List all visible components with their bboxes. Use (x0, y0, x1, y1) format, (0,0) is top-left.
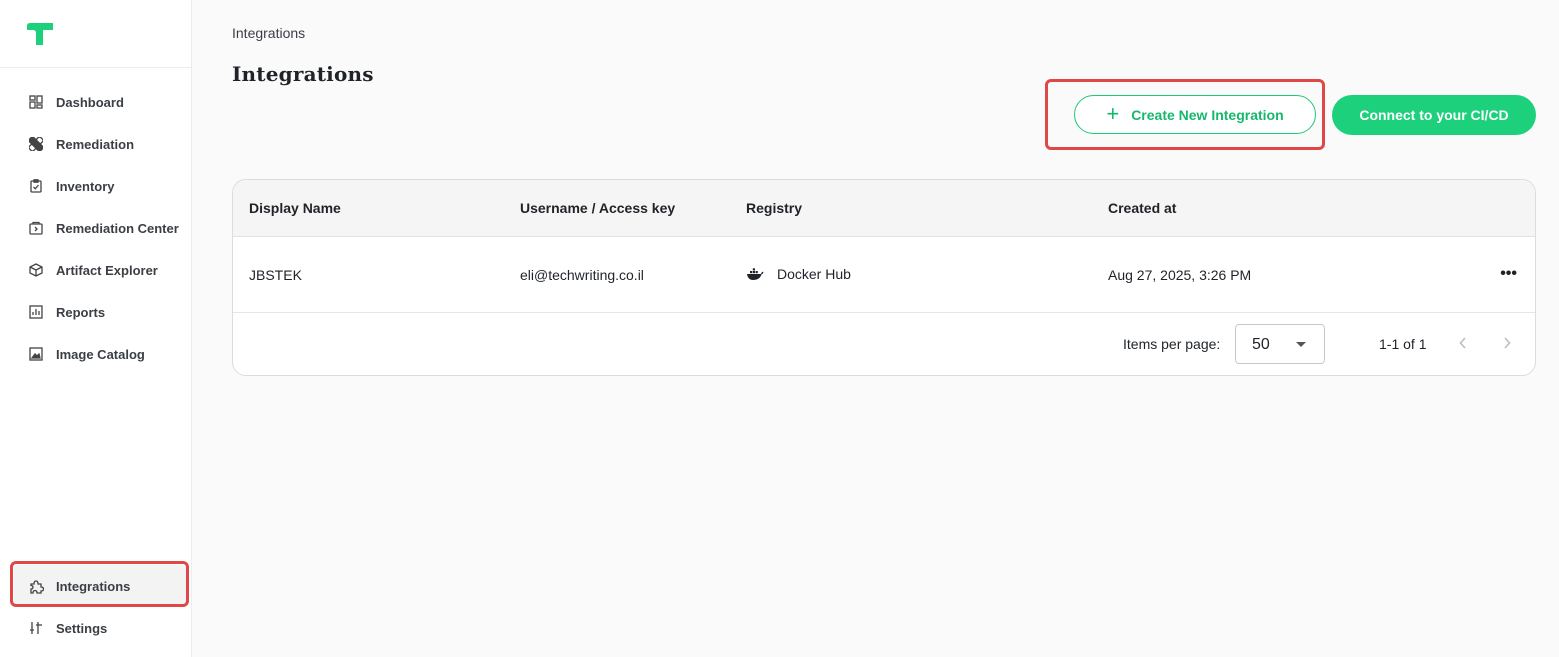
next-page-button[interactable] (1497, 332, 1517, 354)
pagination: Items per page: 50 1-1 of 1 (233, 314, 1535, 375)
sliders-icon (28, 620, 44, 636)
folder-arrow-icon (28, 220, 44, 236)
image-icon (28, 346, 44, 362)
sidebar-item-remediation[interactable]: Remediation (0, 123, 191, 165)
sidebar-item-label: Reports (56, 304, 106, 320)
sidebar-item-label: Dashboard (56, 94, 124, 110)
create-button-label: Create New Integration (1131, 106, 1284, 123)
sidebar-item-remediation-center[interactable]: Remediation Center (0, 207, 191, 249)
sidebar-item-image-catalog[interactable]: Image Catalog (0, 333, 191, 375)
brand-logo-icon[interactable] (26, 22, 54, 46)
create-new-integration-button[interactable]: + Create New Integration (1074, 95, 1316, 134)
chevron-left-icon (1459, 337, 1466, 349)
sidebar-item-label: Image Catalog (56, 346, 145, 362)
plus-icon: + (1106, 100, 1120, 126)
table-row[interactable]: JBSTEK eli@techwriting.co.il Docker Hub … (233, 237, 1535, 313)
registry-name: Docker Hub (777, 266, 851, 282)
column-header-username[interactable]: Username / Access key (520, 200, 675, 216)
sidebar-highlight-frame (10, 561, 189, 607)
cube-icon (28, 262, 44, 278)
sidebar-item-dashboard[interactable]: Dashboard (0, 81, 191, 123)
dashboard-grid-icon (28, 94, 44, 110)
integrations-table: Display Name Username / Access key Regis… (232, 179, 1536, 376)
column-header-registry[interactable]: Registry (746, 200, 802, 216)
bar-chart-icon (28, 304, 44, 320)
sidebar-item-inventory[interactable]: Inventory (0, 165, 191, 207)
column-header-created-at[interactable]: Created at (1108, 200, 1176, 216)
sidebar: Dashboard Remediation Inventory Remediat… (0, 0, 192, 657)
cell-display-name: JBSTEK (249, 267, 302, 283)
items-per-page-value: 50 (1252, 336, 1270, 353)
pagination-range: 1-1 of 1 (1379, 336, 1427, 352)
cell-registry: Docker Hub (746, 266, 851, 282)
row-more-menu-icon[interactable]: ••• (1500, 265, 1517, 283)
chevron-right-icon (1504, 337, 1511, 349)
sidebar-divider (0, 67, 191, 68)
cell-created-at: Aug 27, 2025, 3:26 PM (1108, 267, 1252, 283)
items-per-page-label: Items per page: (1123, 336, 1221, 352)
items-per-page-select[interactable]: 50 (1235, 324, 1325, 364)
previous-page-button[interactable] (1453, 332, 1473, 354)
sidebar-item-artifact-explorer[interactable]: Artifact Explorer (0, 249, 191, 291)
sidebar-item-label: Remediation Center (56, 220, 179, 236)
docker-whale-icon (746, 267, 764, 281)
column-header-display-name[interactable]: Display Name (249, 200, 341, 216)
sidebar-item-label: Inventory (56, 178, 115, 194)
cell-username: eli@techwriting.co.il (520, 267, 644, 283)
sidebar-item-label: Remediation (56, 136, 135, 152)
bandage-icon (28, 136, 44, 152)
clipboard-check-icon (28, 178, 44, 194)
connect-ci-cd-button[interactable]: Connect to your CI/CD (1332, 95, 1536, 135)
table-header: Display Name Username / Access key Regis… (233, 180, 1535, 237)
sidebar-item-settings[interactable]: Settings (0, 607, 191, 649)
sidebar-item-label: Artifact Explorer (56, 262, 158, 278)
sidebar-item-label: Settings (56, 620, 108, 636)
breadcrumb[interactable]: Integrations (232, 25, 305, 41)
sidebar-item-reports[interactable]: Reports (0, 291, 191, 333)
page-title: Integrations (232, 62, 374, 86)
dropdown-caret-icon (1296, 342, 1306, 347)
